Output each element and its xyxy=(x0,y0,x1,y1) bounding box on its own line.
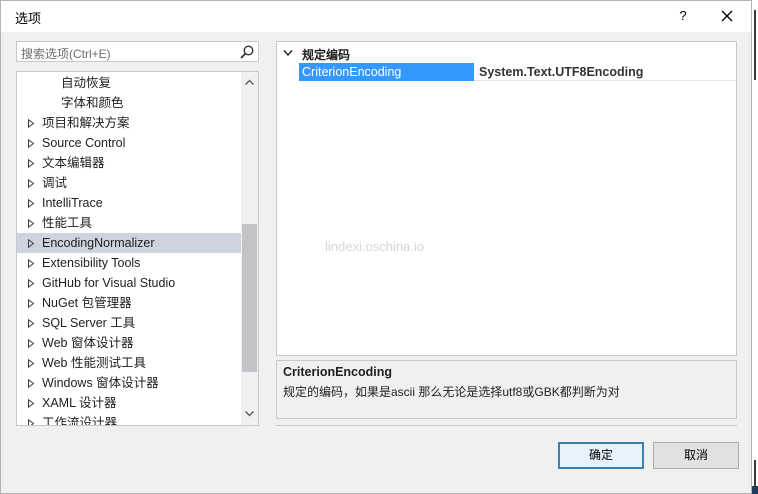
options-tree[interactable]: 自动恢复字体和颜色项目和解决方案 Source Control 文本编辑器调试 Int… xyxy=(16,71,259,426)
expand-arrow-icon[interactable] xyxy=(27,299,35,308)
expand-arrow-icon[interactable] xyxy=(27,279,35,288)
property-row[interactable]: CriterionEncoding System.Text.UTF8Encodi… xyxy=(299,63,736,81)
category-label: 规定编码 xyxy=(302,48,351,62)
tree-item[interactable]: XAML 设计器 xyxy=(17,393,241,413)
tree-item-label: Windows 窗体设计器 xyxy=(42,376,159,390)
tree-item[interactable]: NuGet 包管理器 xyxy=(17,293,241,313)
close-icon xyxy=(721,10,733,22)
tree-item-label: 性能工具 xyxy=(42,216,93,230)
chevron-down-icon xyxy=(244,410,255,417)
tree-item-label: NuGet 包管理器 xyxy=(42,296,132,310)
close-button[interactable] xyxy=(711,4,743,28)
expand-arrow-icon[interactable] xyxy=(27,379,35,388)
property-category[interactable]: 规定编码 xyxy=(277,44,736,63)
tree-item[interactable]: Windows 窗体设计器 xyxy=(17,373,241,393)
tree-item-label: 调试 xyxy=(42,176,68,190)
tree-item-label: XAML 设计器 xyxy=(42,396,117,410)
title-bar[interactable]: 选项 ? xyxy=(1,1,751,32)
divider xyxy=(276,425,737,426)
cancel-button[interactable]: 取消 xyxy=(653,442,739,469)
expand-arrow-icon[interactable] xyxy=(27,199,35,208)
collapse-arrow-icon[interactable] xyxy=(283,49,293,57)
tree-item-label: Extensibility Tools xyxy=(42,256,141,270)
tree-item-label: Source Control xyxy=(42,136,126,150)
expand-arrow-icon[interactable] xyxy=(27,179,35,188)
window-title: 选项 xyxy=(15,11,42,26)
expand-arrow-icon[interactable] xyxy=(27,259,35,268)
tree-item[interactable]: Web 性能测试工具 xyxy=(17,353,241,373)
tree-item[interactable]: 调试 xyxy=(17,173,241,193)
tree-item-label: 项目和解决方案 xyxy=(42,116,130,130)
scroll-down-button[interactable] xyxy=(241,406,258,423)
tree-item[interactable]: 文本编辑器 xyxy=(17,153,241,173)
scroll-thumb[interactable] xyxy=(242,224,257,372)
expand-arrow-icon[interactable] xyxy=(27,119,35,128)
tree-item[interactable]: SQL Server 工具 xyxy=(17,313,241,333)
search-icon[interactable] xyxy=(239,44,255,60)
property-grid[interactable]: 规定编码 CriterionEncoding System.Text.UTF8E… xyxy=(276,41,737,356)
tree-item-label: 字体和颜色 xyxy=(61,96,124,110)
expand-arrow-icon[interactable] xyxy=(27,139,35,148)
tree-item-label: SQL Server 工具 xyxy=(42,316,136,330)
property-value[interactable]: System.Text.UTF8Encoding xyxy=(479,63,643,81)
tree-scrollbar[interactable] xyxy=(241,72,258,425)
tree-item-label: Web 性能测试工具 xyxy=(42,356,146,370)
search-input[interactable]: 搜索选项(Ctrl+E) xyxy=(16,41,259,62)
tree-item-label: 自动恢复 xyxy=(61,76,112,90)
tree-item[interactable]: 性能工具 xyxy=(17,213,241,233)
expand-arrow-icon[interactable] xyxy=(27,399,35,408)
background-window-edge xyxy=(752,0,758,494)
search-placeholder: 搜索选项(Ctrl+E) xyxy=(21,47,111,61)
expand-arrow-icon[interactable] xyxy=(27,359,35,368)
tree-item-label: IntelliTrace xyxy=(42,196,103,210)
tree-item-label: Web 窗体设计器 xyxy=(42,336,134,350)
description-title: CriterionEncoding xyxy=(283,365,393,379)
tree-item-label: EncodingNormalizer xyxy=(42,236,155,250)
options-dialog: 选项 ? 搜索选项(Ctrl+E) 自动恢复字体和颜色项目和解决方案 Source… xyxy=(0,0,752,494)
expand-arrow-icon[interactable] xyxy=(27,319,35,328)
property-name[interactable]: CriterionEncoding xyxy=(299,63,474,81)
expand-arrow-icon[interactable] xyxy=(27,159,35,168)
tree-item[interactable]: Extensibility Tools xyxy=(17,253,241,273)
tree-item[interactable]: 自动恢复 xyxy=(17,73,241,93)
description-panel: CriterionEncoding 规定的编码，如果是ascii 那么无论是选择… xyxy=(276,360,737,419)
tree-item[interactable]: IntelliTrace xyxy=(17,193,241,213)
tree-item[interactable]: EncodingNormalizer xyxy=(17,233,241,253)
tree-item[interactable]: GitHub for Visual Studio xyxy=(17,273,241,293)
tree-item[interactable]: 字体和颜色 xyxy=(17,93,241,113)
tree-item-label: 工作流设计器 xyxy=(42,416,118,426)
expand-arrow-icon[interactable] xyxy=(27,419,35,426)
chevron-up-icon xyxy=(244,79,255,86)
tree-item[interactable]: Source Control xyxy=(17,133,241,153)
tree-item[interactable]: 工作流设计器 xyxy=(17,413,241,426)
watermark-text: lindexi.oschina.io xyxy=(325,239,425,254)
ok-button[interactable]: 确定 xyxy=(558,442,644,469)
description-text: 规定的编码，如果是ascii 那么无论是选择utf8或GBK都判断为对 xyxy=(283,385,620,399)
expand-arrow-icon[interactable] xyxy=(27,219,35,228)
tree-item[interactable]: Web 窗体设计器 xyxy=(17,333,241,353)
tree-item-label: GitHub for Visual Studio xyxy=(42,276,176,290)
background-bar xyxy=(754,10,756,80)
tree-item[interactable]: 项目和解决方案 xyxy=(17,113,241,133)
expand-arrow-icon[interactable] xyxy=(27,339,35,348)
expand-arrow-icon[interactable] xyxy=(27,239,35,248)
scroll-up-button[interactable] xyxy=(241,74,258,91)
tree-item-label: 文本编辑器 xyxy=(42,156,105,170)
help-button[interactable]: ? xyxy=(669,4,697,28)
